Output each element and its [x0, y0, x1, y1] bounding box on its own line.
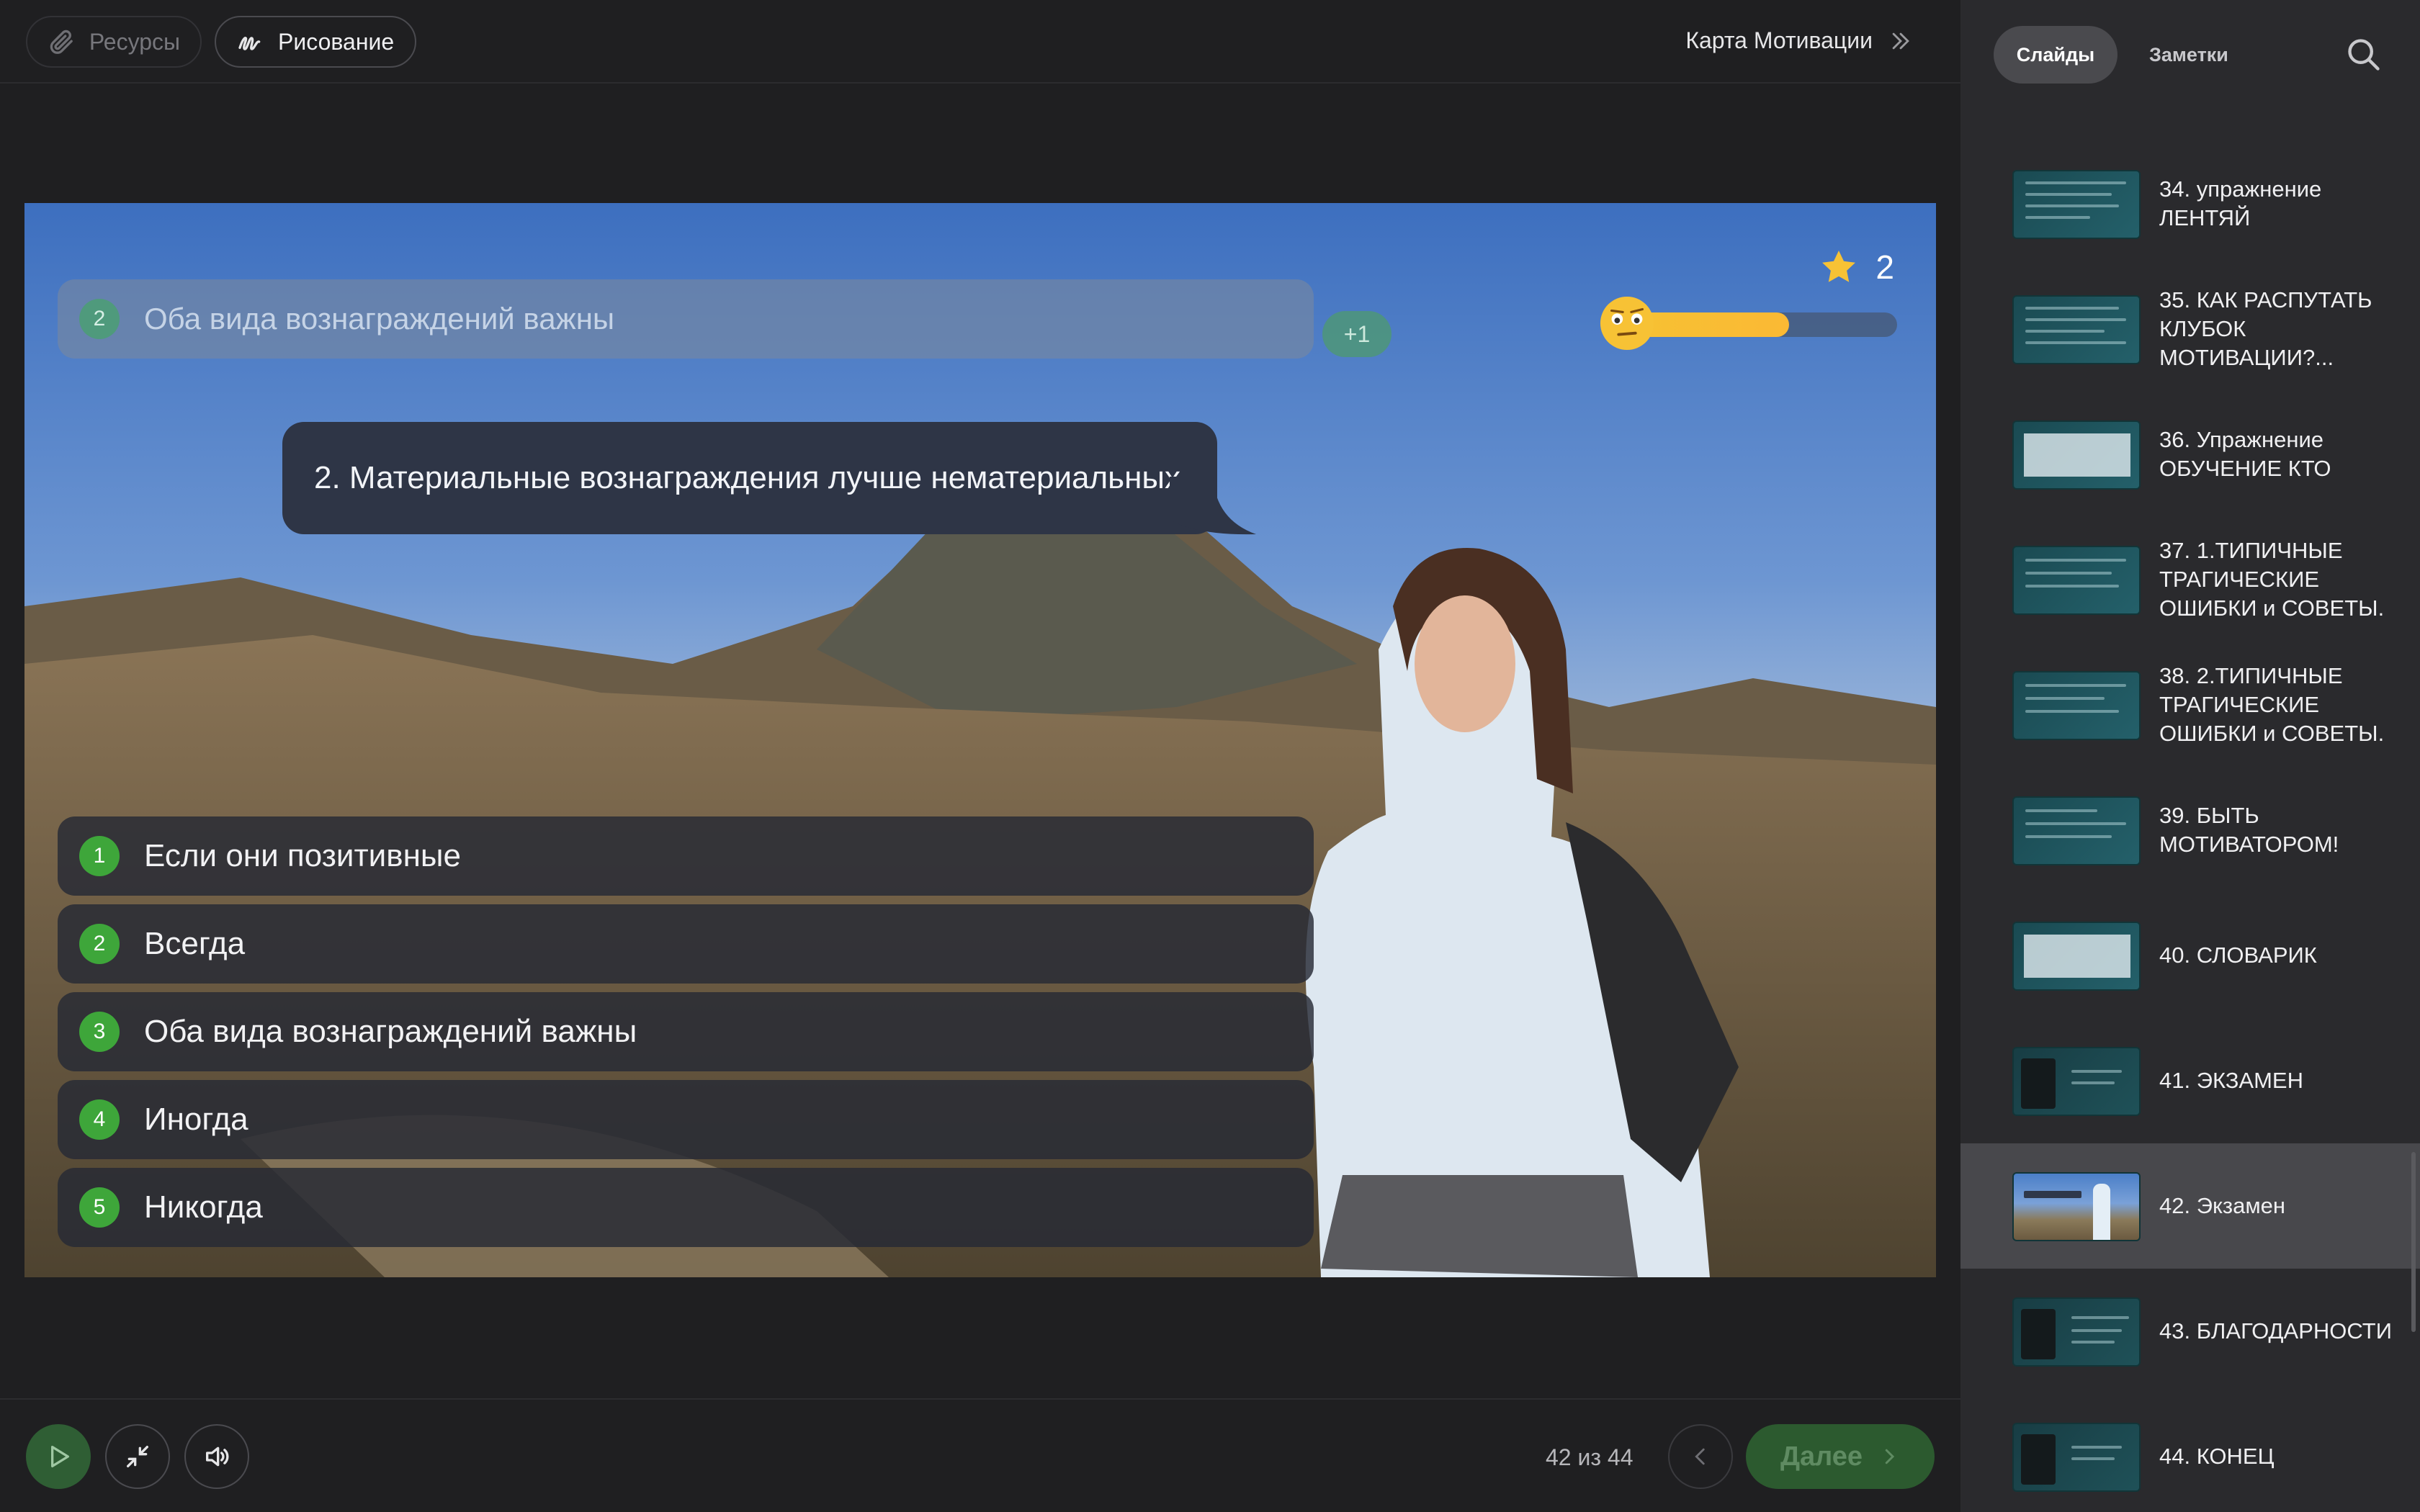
sidebar-item-37[interactable]: 37. 1.ТИПИЧНЫЕ ТРАГИЧЕСКИЕ ОШИБКИ и СОВЕ…: [1960, 517, 2420, 642]
option-number-badge: 3: [79, 1012, 120, 1052]
tab-slides[interactable]: Слайды: [1994, 26, 2118, 84]
slide-counter: 42 из 44: [1546, 1444, 1634, 1470]
option-number-badge: 2: [79, 924, 120, 964]
play-icon: [51, 1446, 70, 1467]
slide-item-label: 39. БЫТЬ МОТИВАТОРОМ!: [2159, 803, 2339, 857]
slide-thumbnail: [2012, 546, 2141, 615]
answer-option-2[interactable]: 2 Всегда: [58, 904, 1314, 984]
answer-option-3[interactable]: 3 Оба вида вознаграждений важны: [58, 992, 1314, 1071]
search-icon[interactable]: [2345, 36, 2383, 73]
course-map-link[interactable]: Карта Мотивации: [1685, 27, 1913, 54]
sound-button[interactable]: [184, 1424, 249, 1489]
mood-progress-bar: [1599, 295, 1900, 351]
top-toolbar: Ресурсы Рисование Карта Мотивации: [0, 0, 1960, 84]
thinking-face-icon: [1600, 296, 1654, 351]
previous-answer-bar: 2 Оба вида вознаграждений важны: [58, 279, 1314, 359]
course-title: Карта Мотивации: [1685, 27, 1873, 53]
resources-button[interactable]: Ресурсы: [26, 16, 202, 68]
slide-item-label: 34. упражнение ЛЕНТЯЙ: [2159, 176, 2322, 230]
star-icon: [1822, 251, 1856, 282]
speaker-icon: [206, 1446, 229, 1467]
sidebar-item-38[interactable]: 38. 2.ТИПИЧНЫЕ ТРАГИЧЕСКИЕ ОШИБКИ и СОВЕ…: [1960, 642, 2420, 768]
chevron-left-icon: [1695, 1448, 1705, 1465]
answer-option-5[interactable]: 5 Никогда: [58, 1168, 1314, 1247]
slides-sidebar: Слайды Заметки ВЫГОРАНИЕ.... 34. упражне…: [1960, 0, 2420, 1512]
option-text: Иногда: [144, 1102, 248, 1137]
player-area: Ресурсы Рисование Карта Мотивации 2 Оба …: [0, 0, 1960, 1512]
slide-item-label: 44. КОНЕЦ: [2159, 1444, 2275, 1469]
sidebar-item-40[interactable]: 40. СЛОВАРИК: [1960, 893, 2420, 1018]
slide-thumbnail: [2012, 796, 2141, 865]
paperclip-icon: [50, 30, 73, 54]
sidebar-tabs: Слайды Заметки: [1960, 0, 2420, 84]
slide-thumbnail: [2012, 1423, 2141, 1492]
sidebar-item-43[interactable]: 43. БЛАГОДАРНОСТИ: [1960, 1269, 2420, 1394]
sidebar-item-35[interactable]: 35. КАК РАСПУТАТЬ КЛУБОК МОТИВАЦИИ?...: [1960, 266, 2420, 392]
slide-thumbnail: [2012, 1172, 2141, 1241]
slide-thumbnail: [2012, 170, 2141, 239]
sidebar-scrollbar[interactable]: [2411, 1152, 2416, 1332]
slide-item-label: 37. 1.ТИПИЧНЫЕ ТРАГИЧЕСКИЕ ОШИБКИ и СОВЕ…: [2159, 538, 2385, 621]
slide-item-label: 41. ЭКЗАМЕН: [2159, 1068, 2303, 1093]
slide-thumbnail: [2012, 922, 2141, 991]
next-slide-button[interactable]: Далее: [1746, 1424, 1935, 1489]
option-number-badge: 5: [79, 1187, 120, 1228]
exit-fullscreen-button[interactable]: [105, 1424, 170, 1489]
question-text: 2. Материальные вознаграждения лучше нем…: [314, 460, 1181, 495]
sidebar-item-44[interactable]: 44. КОНЕЦ: [1960, 1394, 2420, 1512]
answer-number-badge: 2: [79, 299, 120, 339]
option-number-badge: 4: [79, 1099, 120, 1140]
slide-item-label: 35. КАК РАСПУТАТЬ КЛУБОК МОТИВАЦИИ?...: [2159, 287, 2372, 370]
slide-thumbnail: [2012, 1297, 2141, 1367]
sidebar-item-42[interactable]: 42. Экзамен: [1960, 1143, 2420, 1269]
chevron-right-icon: [1885, 1449, 1895, 1464]
sidebar-item-36[interactable]: 36. Упражнение ОБУЧЕНИЕ КТО: [1960, 392, 2420, 517]
score-value: 2: [1876, 248, 1894, 286]
option-text: Если они позитивные: [144, 838, 461, 873]
slide-thumbnail: [2012, 671, 2141, 740]
slide-thumbnail: [2012, 420, 2141, 490]
previous-answer-text: Оба вида вознаграждений важны: [144, 302, 615, 336]
slide-thumbnail: [2012, 1047, 2141, 1116]
resources-label: Ресурсы: [89, 28, 180, 55]
slide-item-label: 36. Упражнение ОБУЧЕНИЕ КТО: [2159, 427, 2331, 481]
answer-option-4[interactable]: 4 Иногда: [58, 1080, 1314, 1159]
slide-item-label: 42. Экзамен: [2159, 1193, 2286, 1218]
double-chevron-right-icon: [1892, 32, 1909, 49]
drawing-label: Рисование: [278, 28, 395, 55]
points-gain-badge: +1: [1322, 311, 1392, 357]
option-text: Оба вида вознаграждений важны: [144, 1014, 637, 1049]
slide-thumbnail: [2012, 295, 2141, 364]
next-label: Далее: [1780, 1441, 1863, 1472]
option-text: Никогда: [144, 1189, 263, 1225]
scribble-icon: [238, 37, 261, 50]
previous-slide-button[interactable]: [1668, 1424, 1733, 1489]
option-text: Всегда: [144, 926, 246, 961]
player-controls: 42 из 44 Далее: [0, 1398, 1960, 1512]
sidebar-item-34[interactable]: 34. упражнение ЛЕНТЯЙ: [1960, 141, 2420, 266]
sidebar-item-39[interactable]: 39. БЫТЬ МОТИВАТОРОМ!: [1960, 768, 2420, 893]
score-display: 2: [1818, 246, 1894, 288]
option-number-badge: 1: [79, 836, 120, 876]
play-button[interactable]: [26, 1424, 91, 1489]
bubble-tail: [1170, 477, 1256, 535]
question-bubble: 2. Материальные вознаграждения лучше нем…: [282, 422, 1217, 534]
slide-item-label: 43. БЛАГОДАРНОСТИ: [2159, 1318, 2392, 1344]
drawing-button[interactable]: Рисование: [215, 16, 416, 68]
collapse-arrows-icon: [127, 1446, 148, 1467]
tab-notes[interactable]: Заметки: [2149, 26, 2228, 84]
sidebar-item-41[interactable]: 41. ЭКЗАМЕН: [1960, 1018, 2420, 1143]
slide-item-label: 38. 2.ТИПИЧНЫЕ ТРАГИЧЕСКИЕ ОШИБКИ и СОВЕ…: [2159, 663, 2385, 746]
answer-option-1[interactable]: 1 Если они позитивные: [58, 816, 1314, 896]
slide-canvas: 2 Оба вида вознаграждений важны +1 2 2. …: [24, 203, 1936, 1277]
slide-item-label: 40. СЛОВАРИК: [2159, 942, 2317, 968]
app-window: Ресурсы Рисование Карта Мотивации 2 Оба …: [0, 0, 2420, 1512]
